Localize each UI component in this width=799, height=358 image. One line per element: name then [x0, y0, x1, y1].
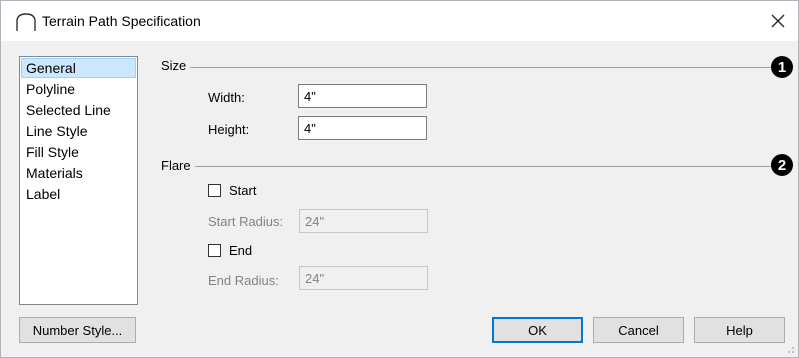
callout-2-badge: 2	[771, 154, 793, 176]
size-group-label: Size	[161, 58, 191, 73]
close-icon	[771, 14, 785, 28]
category-list[interactable]: General Polyline Selected Line Line Styl…	[19, 56, 138, 305]
resize-grip-icon[interactable]	[785, 344, 795, 354]
size-group-divider	[161, 67, 781, 68]
nav-item-polyline[interactable]: Polyline	[21, 79, 136, 99]
help-button[interactable]: Help	[694, 317, 785, 343]
end-radius-label: End Radius:	[208, 273, 279, 288]
start-radius-label: Start Radius:	[208, 214, 284, 229]
nav-item-label[interactable]: Label	[21, 184, 136, 204]
nav-item-line-style[interactable]: Line Style	[21, 121, 136, 141]
cancel-button[interactable]: Cancel	[593, 317, 684, 343]
flare-group-label: Flare	[161, 158, 195, 173]
number-style-button[interactable]: Number Style...	[19, 317, 136, 343]
flare-group-divider	[161, 166, 781, 167]
height-label: Height:	[208, 122, 250, 137]
window-title: Terrain Path Specification	[42, 13, 201, 29]
callout-1-badge: 1	[771, 56, 793, 78]
height-input[interactable]	[298, 116, 427, 140]
start-checkbox-label[interactable]: Start	[229, 183, 256, 198]
width-label: Width:	[208, 90, 245, 105]
close-button[interactable]	[758, 1, 798, 41]
width-input[interactable]	[298, 84, 427, 108]
nav-item-materials[interactable]: Materials	[21, 163, 136, 183]
nav-item-general[interactable]: General	[21, 58, 136, 78]
title-bar: Terrain Path Specification	[1, 1, 798, 41]
end-checkbox-label[interactable]: End	[229, 243, 252, 258]
nav-item-fill-style[interactable]: Fill Style	[21, 142, 136, 162]
terrain-path-dialog: Terrain Path Specification General Polyl…	[0, 0, 799, 358]
start-radius-input[interactable]	[299, 209, 428, 233]
end-checkbox[interactable]	[208, 244, 221, 257]
end-radius-input[interactable]	[299, 266, 428, 290]
nav-item-selected-line[interactable]: Selected Line	[21, 100, 136, 120]
start-checkbox[interactable]	[208, 184, 221, 197]
ok-button[interactable]: OK	[492, 317, 583, 343]
terrain-path-icon	[16, 13, 36, 31]
